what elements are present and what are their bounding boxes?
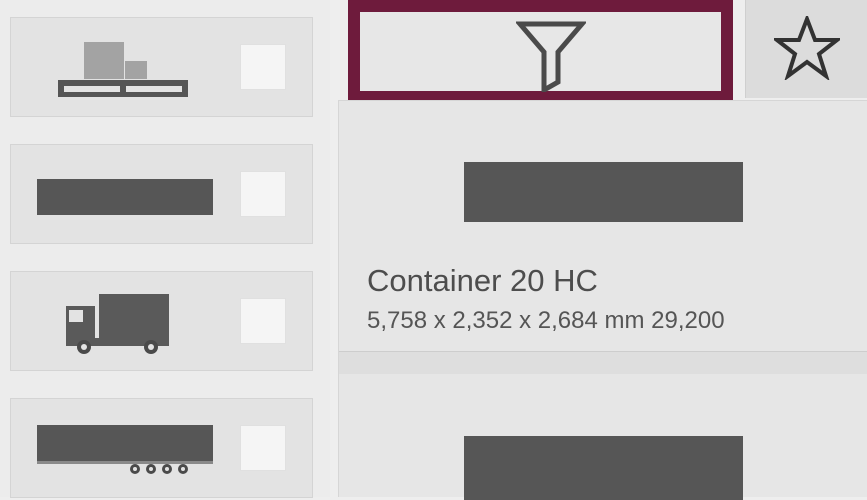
category-checkbox-trailer[interactable] xyxy=(240,425,286,471)
container-icon xyxy=(464,162,743,222)
category-checkbox-container[interactable] xyxy=(240,171,286,217)
category-sidebar xyxy=(0,0,330,498)
category-checkbox-pallet[interactable] xyxy=(240,44,286,90)
result-item-container-2[interactable] xyxy=(339,374,867,500)
category-item-truck[interactable] xyxy=(10,271,313,371)
category-item-trailer[interactable] xyxy=(10,398,313,498)
trailer-icon xyxy=(11,399,241,499)
filter-icon xyxy=(516,21,586,92)
container-icon xyxy=(464,436,743,500)
result-title: Container 20 HC xyxy=(367,263,598,298)
category-item-pallet[interactable] xyxy=(10,17,313,117)
truck-icon xyxy=(11,272,241,372)
result-item-container-20hc[interactable]: Container 20 HC 5,758 x 2,352 x 2,684 mm… xyxy=(339,101,867,351)
category-item-container[interactable] xyxy=(10,144,313,244)
pallet-icon xyxy=(11,18,241,118)
category-checkbox-truck[interactable] xyxy=(240,298,286,344)
container-icon xyxy=(11,145,241,245)
star-icon xyxy=(774,16,840,80)
favorites-button[interactable] xyxy=(745,0,867,98)
filter-button[interactable] xyxy=(348,0,733,103)
result-dimensions: 5,758 x 2,352 x 2,684 mm 29,200 xyxy=(367,307,725,334)
result-separator-band xyxy=(339,352,867,374)
results-list: Container 20 HC 5,758 x 2,352 x 2,684 mm… xyxy=(338,100,867,500)
